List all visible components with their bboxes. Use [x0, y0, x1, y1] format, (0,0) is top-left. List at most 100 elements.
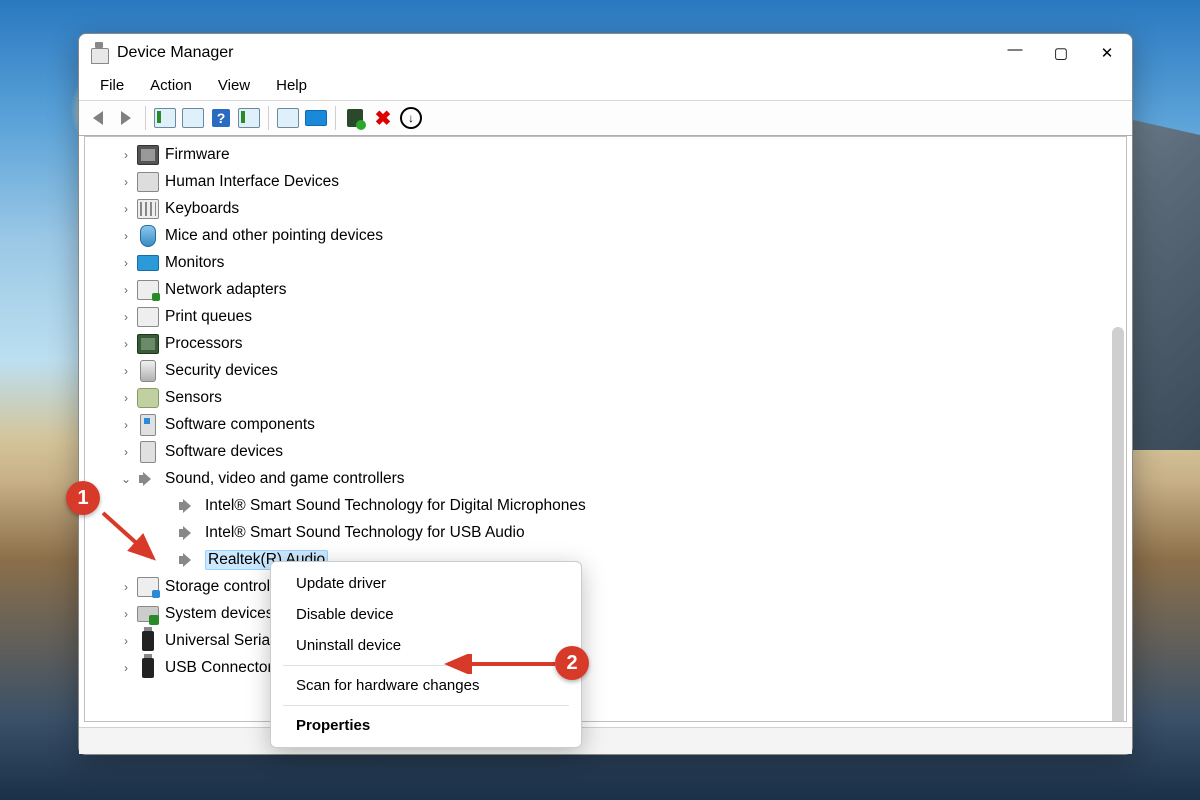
hid-icon	[137, 172, 159, 192]
speaker-icon	[139, 470, 157, 488]
softdev-icon	[140, 441, 156, 463]
device-tree[interactable]: › Firmware › Human Interface Devices › Keyboa…	[84, 136, 1127, 722]
back-button[interactable]	[85, 105, 111, 131]
expander-icon[interactable]: ›	[115, 364, 137, 378]
tree-node[interactable]: ›Universal Serial Bus c	[85, 627, 1126, 654]
expander-icon[interactable]: ›	[115, 634, 137, 648]
tree-node[interactable]: › Keyboards	[85, 195, 1126, 222]
expander-icon[interactable]: ›	[115, 418, 137, 432]
menu-help[interactable]: Help	[263, 73, 320, 98]
titlebar[interactable]: Device Manager — ▢ ✕	[79, 34, 1132, 71]
speaker-icon	[179, 524, 197, 542]
tree-node-label: Monitors	[165, 254, 224, 272]
context-menu-item[interactable]: Update driver	[271, 568, 581, 599]
show-hidden-button[interactable]	[152, 105, 178, 131]
tree-node[interactable]: ›Software devices	[85, 438, 1126, 465]
expander-icon[interactable]: ›	[115, 661, 137, 675]
annotation-badge-1: 1	[66, 481, 100, 515]
tree-node-label: Security devices	[165, 362, 278, 380]
monitor-button[interactable]	[303, 105, 329, 131]
context-menu-item[interactable]: Disable device	[271, 599, 581, 630]
tree-node[interactable]: › Network adapters	[85, 276, 1126, 303]
window-title: Device Manager	[117, 44, 234, 62]
scan-button[interactable]	[275, 105, 301, 131]
print-icon	[137, 307, 159, 327]
storage-icon	[137, 577, 159, 597]
tree-child-node[interactable]: Intel® Smart Sound Technology for USB Au…	[85, 519, 1126, 546]
tree-node[interactable]: ›Software components	[85, 411, 1126, 438]
expander-icon[interactable]: ›	[115, 445, 137, 459]
expander-icon[interactable]: ›	[115, 175, 137, 189]
annotation-arrow-2	[440, 654, 560, 674]
statusbar	[79, 727, 1132, 754]
tree-node[interactable]: › Print queues	[85, 303, 1126, 330]
maximize-button[interactable]: ▢	[1038, 35, 1084, 71]
expander-icon[interactable]: ›	[115, 580, 137, 594]
softcomp-icon	[140, 414, 156, 436]
menu-file[interactable]: File	[87, 73, 137, 98]
minimize-button[interactable]: —	[992, 32, 1038, 68]
down-button[interactable]: ↓	[398, 105, 424, 131]
keyboard-icon	[137, 199, 159, 219]
tree-node[interactable]: ›Sensors	[85, 384, 1126, 411]
mouse-icon	[140, 225, 156, 247]
tree-node-label: Print queues	[165, 308, 252, 326]
enable-button[interactable]	[342, 105, 368, 131]
tree-node-label: System devices	[165, 605, 274, 623]
scrollbar[interactable]	[1112, 327, 1124, 722]
tree-node[interactable]: › Monitors	[85, 249, 1126, 276]
tree-child-node[interactable]: Intel® Smart Sound Technology for Digita…	[85, 492, 1126, 519]
tree-node-label: Intel® Smart Sound Technology for Digita…	[205, 497, 586, 515]
speaker-icon	[179, 551, 197, 569]
tree-node-label: Intel® Smart Sound Technology for USB Au…	[205, 524, 525, 542]
tree-node-label: Firmware	[165, 146, 230, 164]
expander-icon[interactable]: ›	[115, 202, 137, 216]
expander-icon[interactable]: ›	[115, 391, 137, 405]
tree-node[interactable]: › System devices	[85, 600, 1126, 627]
tree-node-label: Human Interface Devices	[165, 173, 339, 191]
tree-node-label: Processors	[165, 335, 243, 353]
tree-node[interactable]: › Security devices	[85, 357, 1126, 384]
properties-button[interactable]	[180, 105, 206, 131]
speaker-icon	[179, 497, 197, 515]
tree-node[interactable]: › Human Interface Devices	[85, 168, 1126, 195]
network-icon	[137, 280, 159, 300]
expander-icon[interactable]: ›	[115, 229, 137, 243]
close-button[interactable]: ✕	[1084, 35, 1130, 71]
menubar: File Action View Help	[79, 71, 1132, 100]
tree-node[interactable]: ›USB Connector Man	[85, 654, 1126, 681]
cpu-icon	[137, 334, 159, 354]
tree-node[interactable]: › Firmware	[85, 141, 1126, 168]
disable-button[interactable]: ✖	[370, 105, 396, 131]
toolbar: ? ✖ ↓	[79, 100, 1132, 136]
expander-icon[interactable]: ›	[115, 148, 137, 162]
toolbar-separator	[145, 106, 146, 130]
context-menu-item[interactable]: Scan for hardware changes	[271, 670, 581, 701]
monitor-icon	[137, 255, 159, 271]
expander-icon[interactable]: ›	[115, 310, 137, 324]
firmware-icon	[137, 145, 159, 165]
help-button[interactable]: ?	[208, 105, 234, 131]
expander-icon[interactable]: ›	[115, 256, 137, 270]
tree-node[interactable]: › Processors	[85, 330, 1126, 357]
expander-icon[interactable]: ›	[115, 337, 137, 351]
update-button[interactable]	[236, 105, 262, 131]
expander-icon[interactable]: ›	[115, 607, 137, 621]
forward-button[interactable]	[113, 105, 139, 131]
tree-node-label: Network adapters	[165, 281, 286, 299]
expander-icon[interactable]: ⌄	[115, 472, 137, 486]
context-menu-item[interactable]: Properties	[271, 710, 581, 741]
tree-node[interactable]: ⌄Sound, video and game controllers	[85, 465, 1126, 492]
menu-view[interactable]: View	[205, 73, 263, 98]
tree-node-label: Mice and other pointing devices	[165, 227, 383, 245]
tree-node[interactable]: › Mice and other pointing devices	[85, 222, 1126, 249]
security-icon	[140, 360, 156, 382]
tree-node-label: Keyboards	[165, 200, 239, 218]
toolbar-separator	[335, 106, 336, 130]
tree-child-node[interactable]: Realtek(R) Audio	[85, 546, 1126, 573]
usb-icon	[142, 658, 154, 678]
tree-node[interactable]: ›Storage controllers	[85, 573, 1126, 600]
device-manager-window: Device Manager — ▢ ✕ File Action View He…	[78, 33, 1133, 755]
expander-icon[interactable]: ›	[115, 283, 137, 297]
menu-action[interactable]: Action	[137, 73, 205, 98]
